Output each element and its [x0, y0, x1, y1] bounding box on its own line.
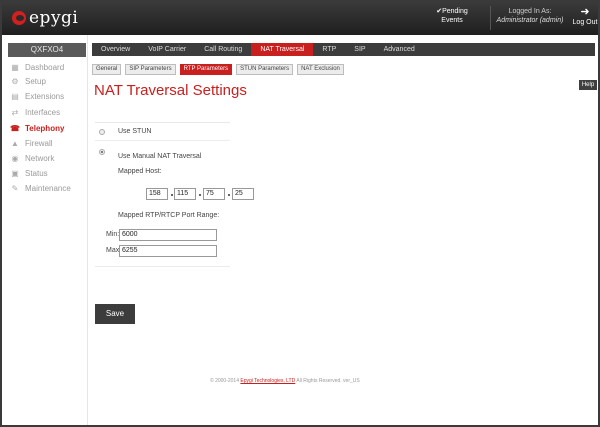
- sidebar-item-interfaces[interactable]: ⇄ Interfaces: [10, 108, 61, 120]
- use-manual-nat-label: Use Manual NAT Traversal: [118, 153, 202, 160]
- sidebar-item-label: Status: [25, 169, 48, 178]
- phone-icon: ☎: [10, 124, 20, 133]
- sidebar-item-extensions[interactable]: ▤ Extensions: [10, 92, 64, 104]
- mapped-host-octet-3[interactable]: 75: [203, 188, 225, 200]
- min-port-label: Min:: [106, 231, 120, 238]
- ip-separator: [228, 194, 230, 196]
- device-name: QXFXO4: [8, 43, 86, 57]
- extensions-icon: ▤: [11, 92, 19, 101]
- login-label: Logged In As:: [508, 8, 552, 15]
- logout-icon: ➜: [580, 6, 590, 18]
- sidebar-item-label: Firewall: [25, 139, 53, 148]
- mapped-host-label: Mapped Host:: [118, 168, 162, 175]
- sidebar-item-maintenance[interactable]: ✎ Maintenance: [10, 184, 71, 196]
- use-stun-label: Use STUN: [118, 128, 152, 135]
- help-button[interactable]: Help: [579, 80, 597, 90]
- login-info: Logged In As: Administrator (admin): [494, 7, 566, 25]
- nav-tab-advanced[interactable]: Advanced: [375, 43, 424, 56]
- app-header: epygi ✔Pending Events Logged In As: Admi…: [2, 2, 598, 35]
- pending-sub-label: Events: [441, 17, 463, 24]
- logo-text: epygi: [29, 8, 79, 28]
- mapped-host-octet-1[interactable]: 158: [146, 188, 168, 200]
- logout-button[interactable]: ➜ Log Out: [570, 5, 600, 26]
- form-divider: [95, 140, 230, 141]
- sidebar-item-network[interactable]: ◉ Network: [10, 154, 55, 166]
- pending-label: Pending: [442, 8, 468, 15]
- sidebar-item-label: Maintenance: [25, 184, 71, 193]
- mapped-host-octet-4[interactable]: 25: [232, 188, 254, 200]
- port-range-label: Mapped RTP/RTCP Port Range:: [118, 212, 220, 219]
- form-divider: [95, 266, 230, 267]
- max-port-input[interactable]: 6255: [119, 245, 217, 257]
- sub-tab-sip-parameters[interactable]: SIP Parameters: [125, 64, 176, 75]
- interfaces-icon: ⇄: [11, 108, 19, 117]
- nav-tab-nat-traversal[interactable]: NAT Traversal: [251, 43, 314, 56]
- nav-tab-call-routing[interactable]: Call Routing: [195, 43, 251, 56]
- ip-separator: [171, 194, 173, 196]
- sidebar-item-dashboard[interactable]: ▦ Dashboard: [10, 63, 64, 75]
- network-icon: ◉: [11, 154, 19, 163]
- min-port-input[interactable]: 6000: [119, 229, 217, 241]
- footer-rights: All Rights Reserved. ver_US: [296, 378, 360, 384]
- firewall-icon: ▲: [11, 139, 19, 148]
- nav-tab-overview[interactable]: Overview: [92, 43, 139, 56]
- main-nav: Overview VoIP Carrier Call Routing NAT Trav…: [92, 43, 595, 56]
- mapped-host-octet-2[interactable]: 115: [174, 188, 196, 200]
- use-stun-radio[interactable]: [99, 129, 105, 135]
- dashboard-icon: ▦: [11, 63, 19, 72]
- sub-tab-nat-exclusion[interactable]: NAT Exclusion: [297, 64, 344, 75]
- status-icon: ▣: [11, 169, 19, 178]
- sidebar-item-label: Network: [25, 154, 55, 163]
- sidebar-item-label: Interfaces: [25, 108, 61, 117]
- sidebar-item-label: Extensions: [25, 92, 65, 101]
- sidebar-item-firewall[interactable]: ▲ Firewall: [10, 139, 53, 151]
- save-button[interactable]: Save: [95, 304, 135, 324]
- sub-tab-general[interactable]: General: [92, 64, 122, 75]
- ip-separator: [199, 194, 201, 196]
- sidebar-item-label: Setup: [25, 77, 46, 86]
- nav-tab-sip[interactable]: SIP: [345, 43, 374, 56]
- header-divider: [490, 6, 491, 30]
- footer-company-link[interactable]: Epygi Technologies, LTD: [240, 378, 295, 384]
- logo-mark-icon: [12, 11, 26, 25]
- sidebar-item-setup[interactable]: ⚙ Setup: [10, 77, 46, 89]
- sidebar-item-label: Telephony: [25, 124, 65, 133]
- nav-tab-voip-carrier[interactable]: VoIP Carrier: [139, 43, 195, 56]
- epygi-logo[interactable]: epygi: [12, 8, 78, 28]
- page-title: NAT Traversal Settings: [94, 82, 247, 99]
- footer-copyright: © 2000-2014: [210, 378, 239, 384]
- sidebar-item-telephony[interactable]: ☎ Telephony: [10, 124, 64, 136]
- footer: © 2000-2014 Epygi Technologies, LTD All …: [210, 378, 360, 384]
- use-manual-nat-radio[interactable]: [99, 149, 105, 155]
- sub-tab-rtp-parameters[interactable]: RTP Parameters: [179, 64, 233, 75]
- sidebar-item-status[interactable]: ▣ Status: [10, 169, 48, 181]
- sub-nav: General SIP Parameters RTP Parameters STUN …: [92, 64, 348, 75]
- wrench-icon: ✎: [11, 184, 19, 193]
- nav-tab-rtp[interactable]: RTP: [313, 43, 345, 56]
- logout-label: Log Out: [572, 19, 598, 26]
- pending-events-button[interactable]: ✔Pending Events: [422, 7, 482, 25]
- sub-tab-stun-parameters[interactable]: STUN Parameters: [236, 64, 294, 75]
- gear-icon: ⚙: [11, 77, 19, 86]
- sidebar-item-label: Dashboard: [25, 63, 65, 72]
- login-user: Administrator (admin): [496, 17, 564, 24]
